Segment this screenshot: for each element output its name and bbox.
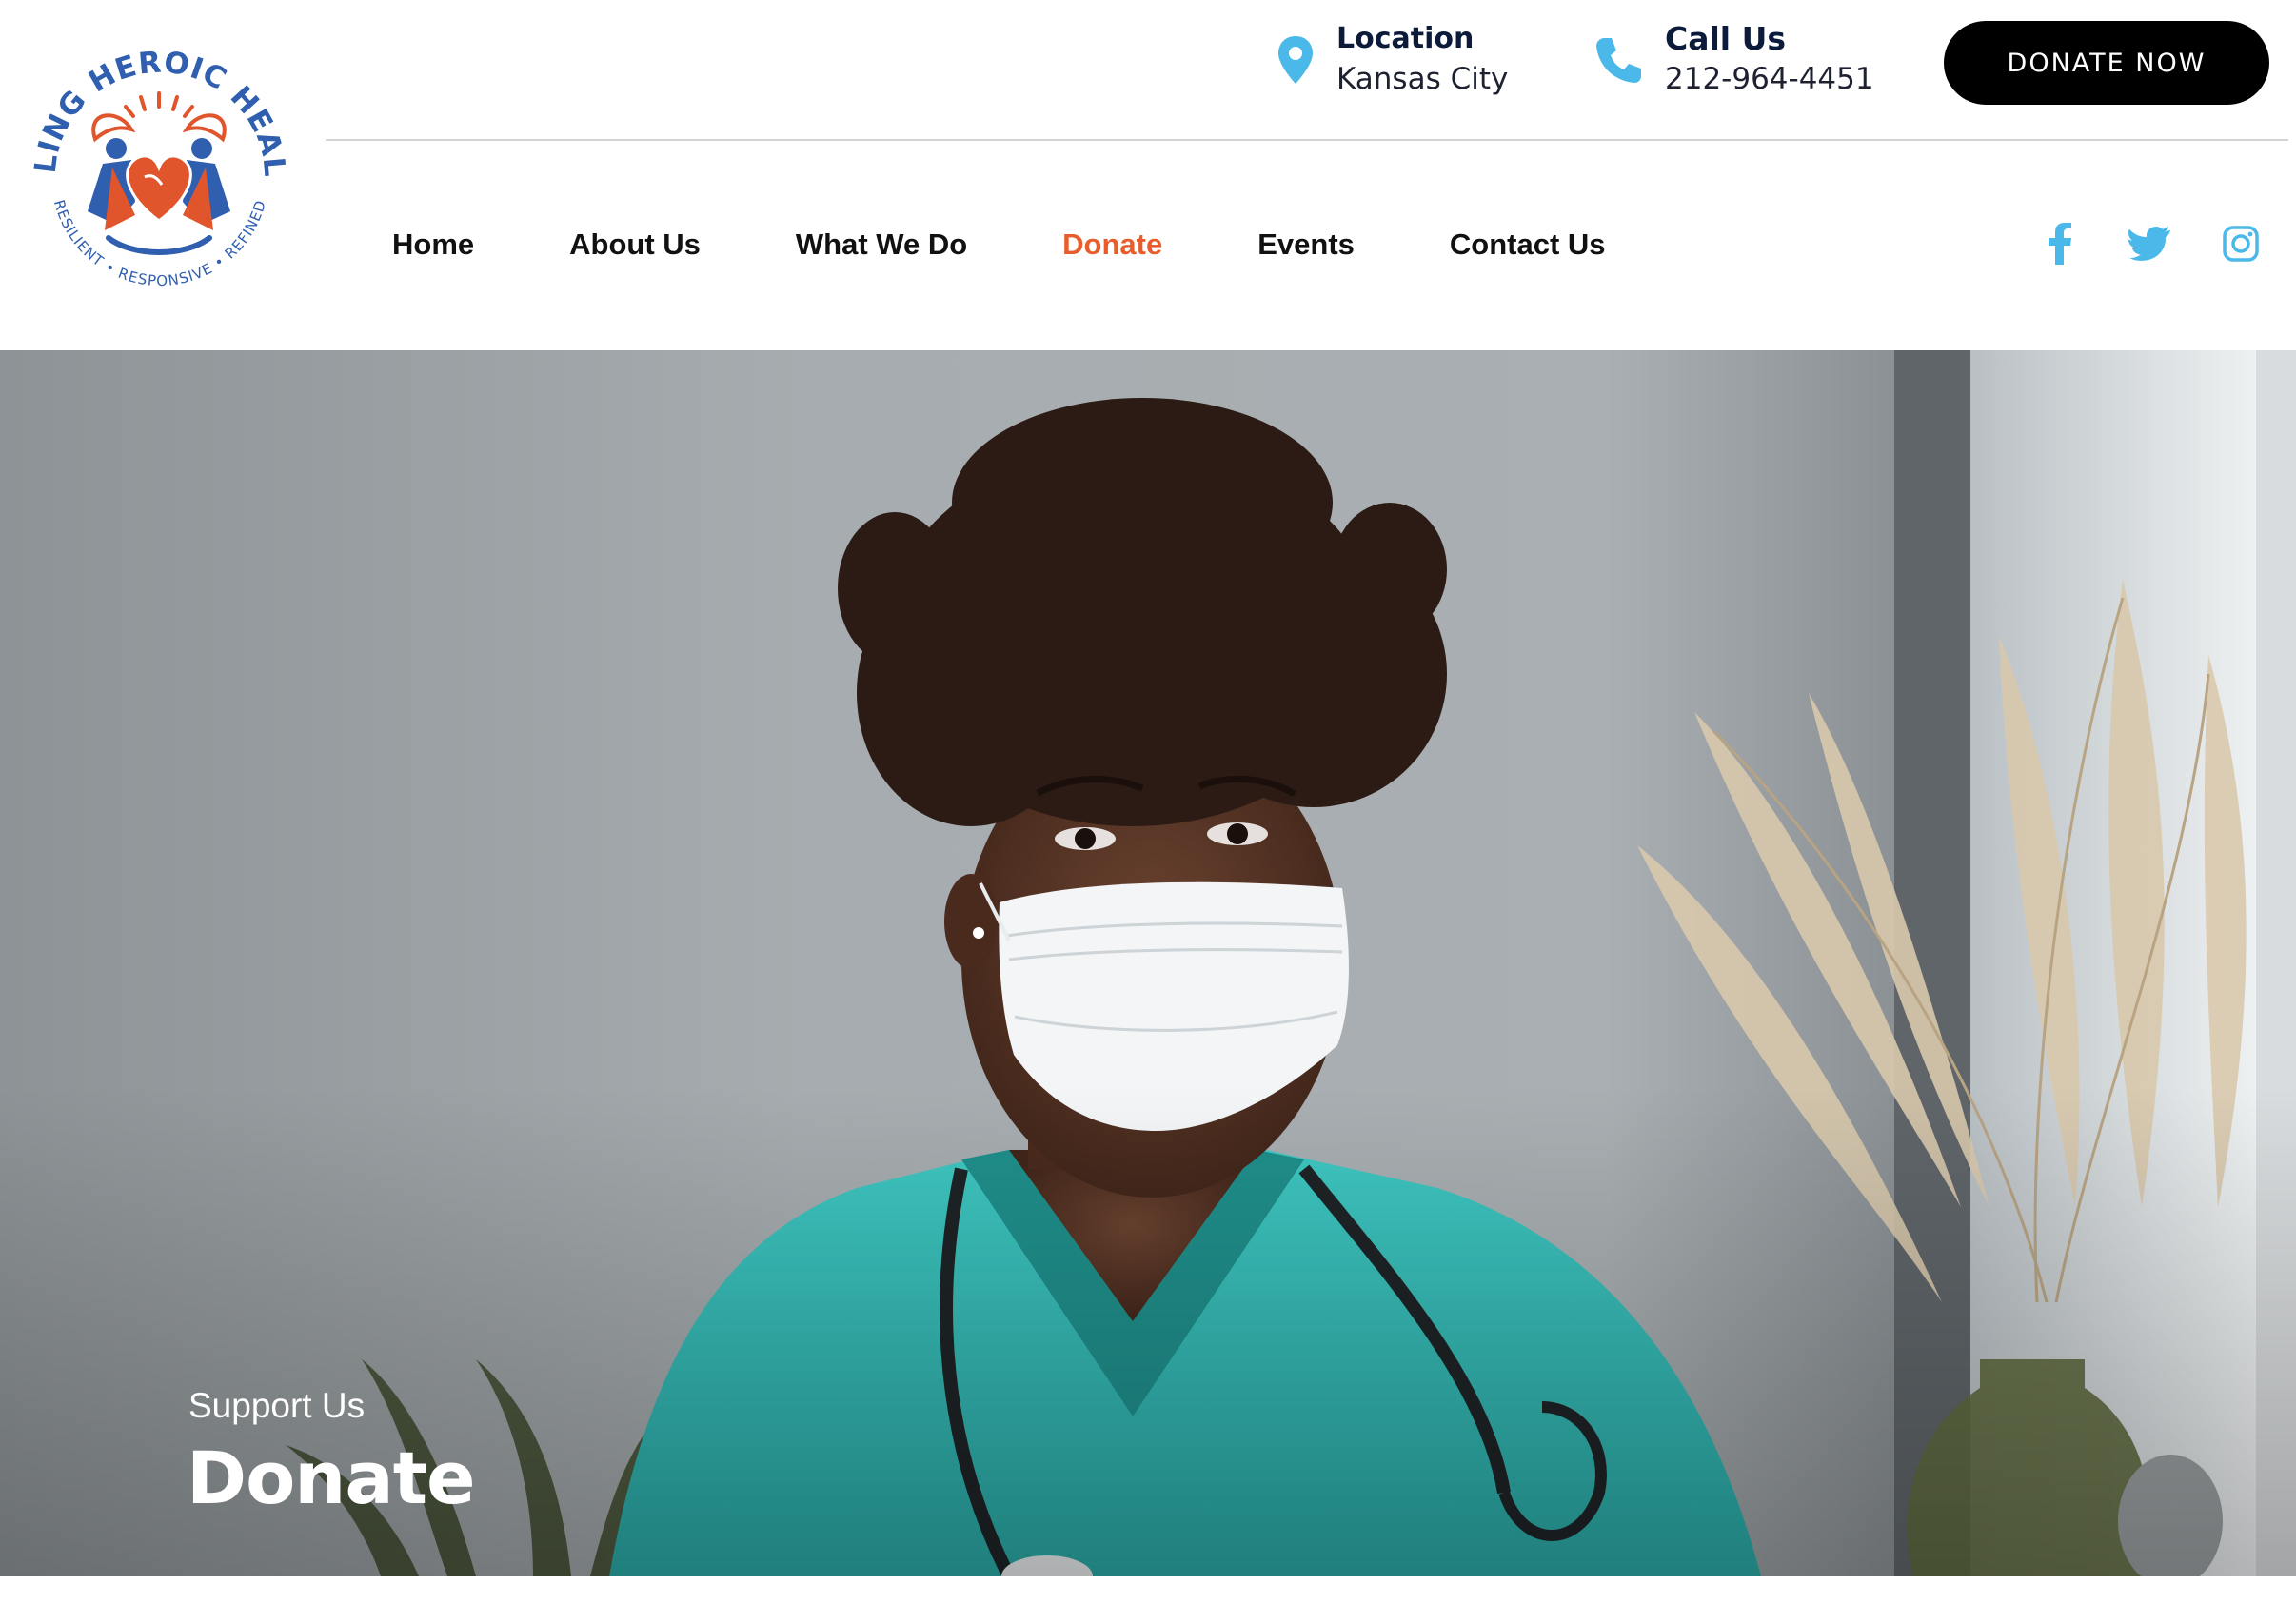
facebook-icon[interactable] xyxy=(2037,221,2083,267)
hero-subtitle: Support Us xyxy=(188,1386,366,1425)
header-divider xyxy=(326,139,2288,141)
nav-item-events[interactable]: Events xyxy=(1257,228,1355,262)
hero-title: Donate xyxy=(187,1436,476,1520)
main-nav: Home About Us What We Do Donate Events C… xyxy=(392,211,1701,278)
site-header: HEALING HEROIC HEALERS RESILIENT • RESPO… xyxy=(0,0,2296,350)
nav-item-contact-us[interactable]: Contact Us xyxy=(1450,228,1606,262)
healing-heroic-healers-logo[interactable]: HEALING HEROIC HEALERS RESILIENT • RESPO… xyxy=(29,34,290,296)
call-info: Call Us 212-964-4451 xyxy=(1593,17,1874,103)
phone-icon xyxy=(1593,34,1644,86)
donate-now-button[interactable]: DONATE NOW xyxy=(1944,21,2269,105)
nav-item-donate[interactable]: Donate xyxy=(1062,228,1162,262)
hero-banner: Support Us Donate xyxy=(0,350,2296,1576)
map-pin-icon xyxy=(1276,34,1316,86)
nav-item-about-us[interactable]: About Us xyxy=(569,228,701,262)
nav-item-what-we-do[interactable]: What We Do xyxy=(796,228,967,262)
location-value: Kansas City xyxy=(1336,62,1509,96)
location-info: Location Kansas City xyxy=(1276,17,1508,103)
twitter-icon[interactable] xyxy=(2127,221,2172,267)
location-title: Location xyxy=(1336,22,1475,55)
phone-number[interactable]: 212-964-4451 xyxy=(1665,58,1874,100)
call-title: Call Us xyxy=(1665,20,1787,57)
instagram-icon[interactable] xyxy=(2218,221,2264,267)
nav-item-home[interactable]: Home xyxy=(392,228,474,262)
